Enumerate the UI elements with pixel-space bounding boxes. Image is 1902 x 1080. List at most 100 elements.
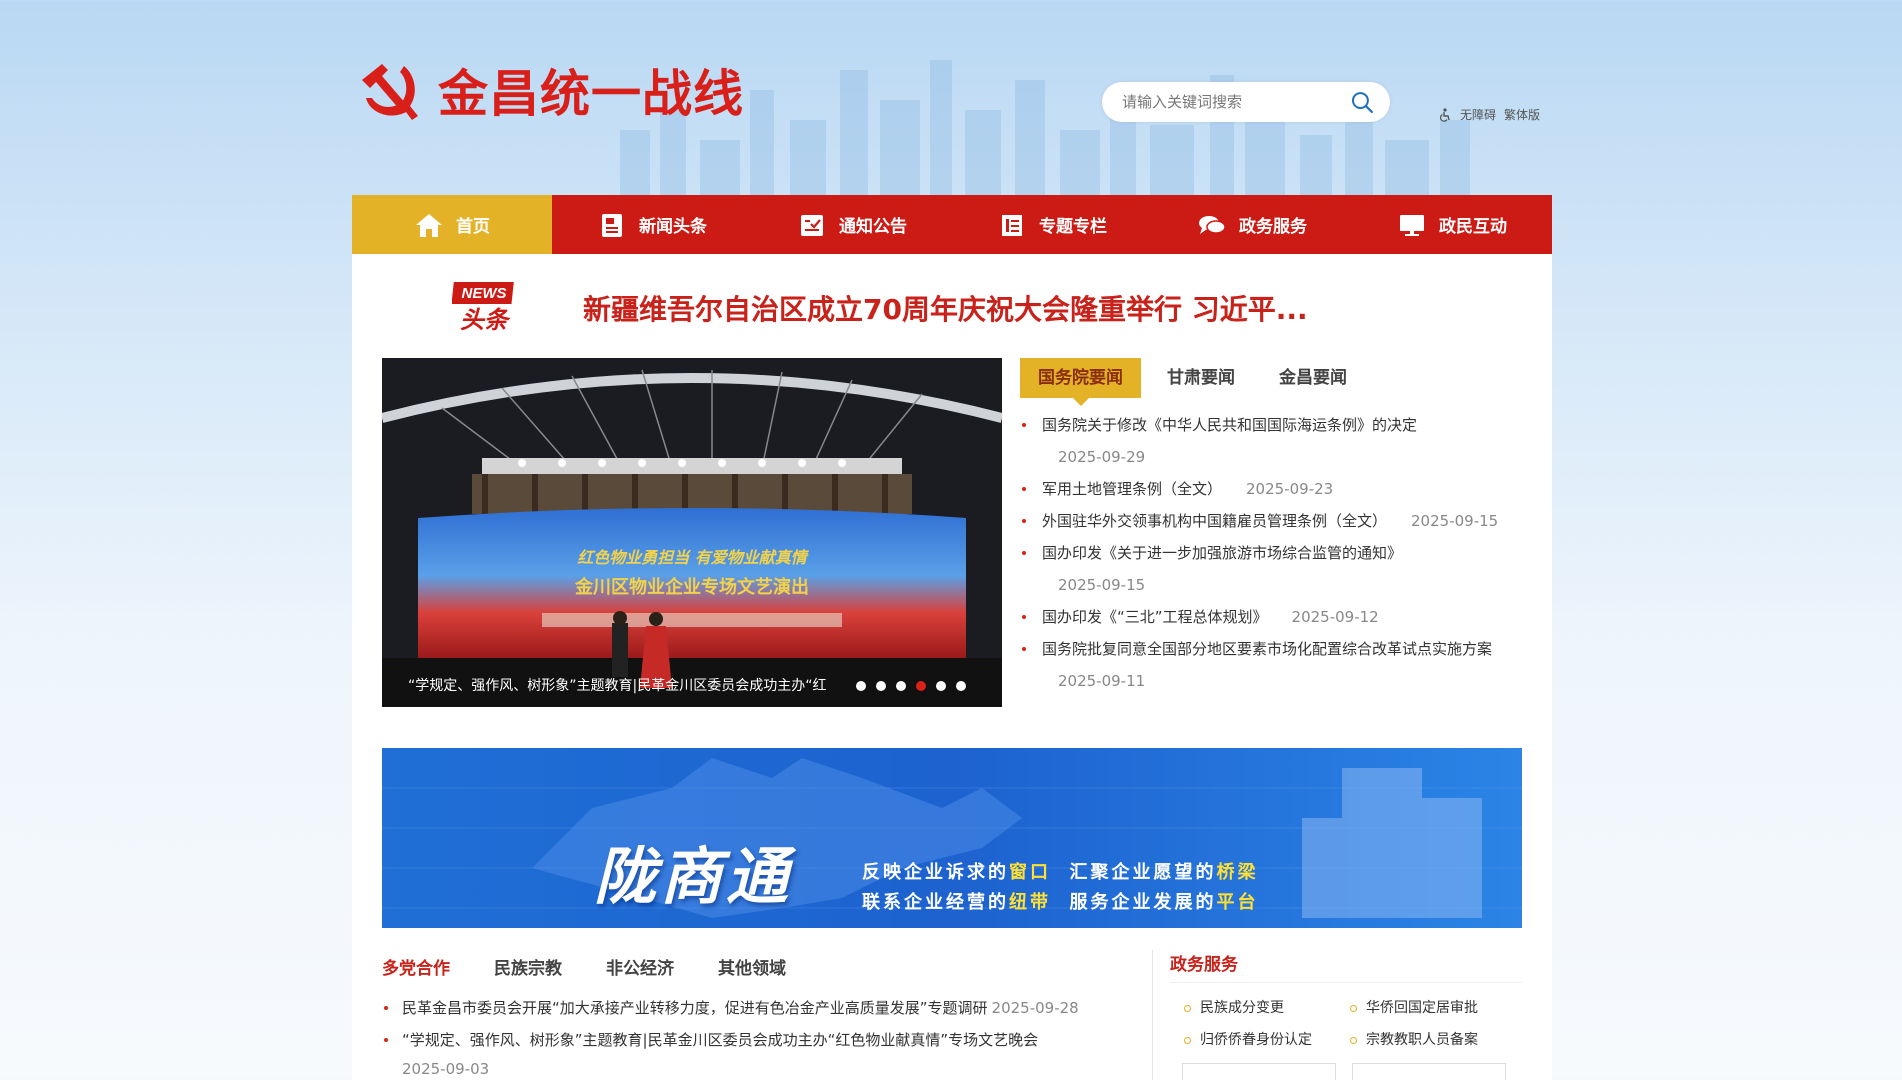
nav-item-column[interactable]: 专题专栏: [952, 195, 1152, 254]
news-item: 国务院关于修改《中华人民共和国国际海运条例》的决定 2025-09-29: [1020, 409, 1540, 473]
column-divider: [1152, 950, 1153, 1080]
service-link[interactable]: 民族成分变更: [1182, 998, 1348, 1018]
category-news-item: “学规定、强作风、树形象”主题教育|民革金川区委员会成功主办“红色物业献真情”专…: [382, 1024, 1142, 1080]
nav-label: 专题专栏: [1039, 217, 1107, 237]
banner-text: 服务企业发展的: [1069, 892, 1217, 913]
notice-icon: [801, 214, 823, 236]
nav-item-news[interactable]: 新闻头条: [552, 195, 752, 254]
service-link[interactable]: 宗教教职人员备案: [1348, 1030, 1514, 1050]
site-title: 金昌统一战线: [438, 65, 744, 123]
tab-ethnic-religion[interactable]: 民族宗教: [494, 954, 562, 979]
carousel-caption: “学规定、强作风、树形象”主题教育|民革金川区委员会成功主办“红: [408, 678, 827, 694]
nav-item-notice[interactable]: 通知公告: [752, 195, 952, 254]
services-title: 政务服务: [1170, 955, 1238, 975]
services-divider: [1170, 982, 1522, 983]
longshangtong-banner[interactable]: 陇商通 反映企业诉求的窗口 汇聚企业愿望的桥梁 联系企业经营的纽带 服务企业发展…: [382, 748, 1522, 928]
nav-label: 新闻头条: [639, 217, 707, 237]
carousel-dot[interactable]: [876, 681, 886, 691]
search-input[interactable]: [1122, 93, 1351, 111]
nav-label: 首页: [456, 217, 490, 237]
banner-slogan-line1: 反映企业诉求的窗口 汇聚企业愿望的桥梁: [862, 858, 1259, 884]
top-headline-link[interactable]: 新疆维吾尔自治区成立70周年庆祝大会隆重举行 习近平...: [583, 288, 1308, 328]
carousel-dot[interactable]: [956, 681, 966, 691]
main-content: 首页 新闻头条 通知公告 专题专栏 政务服务 政民互动 NEWS 头条 新疆维吾: [352, 195, 1552, 1080]
news-date: 2025-09-29: [1058, 448, 1146, 466]
tab-non-public-economy[interactable]: 非公经济: [606, 954, 674, 979]
carousel-dot[interactable]: [896, 681, 906, 691]
site-header: 金昌统一战线 无障碍 繁体版: [352, 52, 1552, 192]
banner-slogan-line2: 联系企业经营的纽带 服务企业发展的平台: [862, 888, 1259, 914]
category-tabs: 多党合作 民族宗教 非公经济 其他领域: [382, 954, 786, 979]
news-item: 外国驻华外交领事机构中国籍雇员管理条例（全文） 2025-09-15: [1020, 505, 1540, 537]
tab-gansu[interactable]: 甘肃要闻: [1149, 358, 1253, 398]
nav-item-interaction[interactable]: 政民互动: [1352, 195, 1552, 254]
site-logo[interactable]: 金昌统一战线: [352, 54, 744, 126]
category-news-title-link[interactable]: 民革金昌市委员会开展“加大承接产业转移力度，促进有色冶金产业高质量发展”专题调研: [402, 999, 988, 1017]
carousel-dot[interactable]: [936, 681, 946, 691]
category-news-date: 2025-09-03: [402, 1060, 490, 1078]
tab-multiparty[interactable]: 多党合作: [382, 954, 450, 979]
nav-item-gov-service[interactable]: 政务服务: [1152, 195, 1352, 254]
banner-highlight: 纽带: [1009, 892, 1051, 913]
monitor-icon: [1400, 214, 1424, 236]
nav-label: 政务服务: [1239, 217, 1307, 237]
carousel-dot[interactable]: [856, 681, 866, 691]
news-title-link[interactable]: 国务院关于修改《中华人民共和国国际海运条例》的决定: [1042, 416, 1417, 434]
news-date: 2025-09-23: [1246, 480, 1334, 498]
news-title-link[interactable]: 军用土地管理条例（全文）: [1042, 480, 1222, 498]
banner-title: 陇商通: [594, 840, 793, 913]
badge-news-text: NEWS: [462, 285, 507, 302]
news-tabs: 国务院要闻 甘肃要闻 金昌要闻: [1020, 358, 1365, 406]
banner-text: 汇聚企业愿望的: [1069, 862, 1217, 883]
carousel-dots: [856, 681, 966, 691]
tab-other-fields[interactable]: 其他领域: [718, 954, 786, 979]
services-grid: 民族成分变更 华侨回国定居审批 归侨侨眷身份认定 宗教教职人员备案: [1182, 998, 1522, 1050]
service-boxes: [1182, 1063, 1506, 1080]
news-title-link[interactable]: 国办印发《关于进一步加强旅游市场综合监管的通知》: [1042, 544, 1402, 562]
search-box: [1102, 82, 1390, 122]
nav-item-home[interactable]: 首页: [352, 195, 552, 254]
stage-text-line1: 红色物业勇担当 有爱物业献真情: [577, 548, 810, 567]
news-date: 2025-09-15: [1058, 576, 1146, 594]
category-news-title-link[interactable]: “学规定、强作风、树形象”主题教育|民革金川区委员会成功主办“红色物业献真情”专…: [402, 1031, 1038, 1049]
nav-label: 通知公告: [839, 217, 907, 237]
stage-text-line2: 金川区物业企业专场文艺演出: [574, 576, 809, 598]
banner-text: 反映企业诉求的: [862, 862, 1009, 883]
headline-row: NEWS 头条 新疆维吾尔自治区成立70周年庆祝大会隆重举行 习近平...: [352, 254, 1552, 354]
news-title-link[interactable]: 国务院批复同意全国部分地区要素市场化配置综合改革试点实施方案: [1042, 640, 1492, 658]
news-item: 国办印发《“三北”工程总体规划》 2025-09-12: [1020, 601, 1540, 633]
accessibility-link[interactable]: 无障碍: [1460, 106, 1496, 123]
column-icon: [1002, 214, 1022, 236]
banner-highlight: 窗口: [1009, 862, 1051, 883]
tab-state-council[interactable]: 国务院要闻: [1020, 358, 1141, 406]
news-headline-badge: NEWS 头条: [452, 282, 514, 334]
service-link[interactable]: 归侨侨眷身份认定: [1182, 1030, 1348, 1050]
banner-highlight: 桥梁: [1216, 862, 1259, 883]
home-icon: [416, 213, 442, 237]
search-icon[interactable]: [1350, 90, 1374, 114]
service-link[interactable]: 华侨回国定居审批: [1348, 998, 1514, 1018]
news-title-link[interactable]: 国办印发《“三北”工程总体规划》: [1042, 608, 1268, 626]
badge-headline-text: 头条: [460, 306, 511, 334]
news-date: 2025-09-15: [1411, 512, 1499, 530]
nav-label: 政民互动: [1439, 217, 1507, 237]
news-date: 2025-09-11: [1058, 672, 1146, 690]
tab-jinchang[interactable]: 金昌要闻: [1261, 358, 1365, 398]
news-list: 国务院关于修改《中华人民共和国国际海运条例》的决定 2025-09-29 军用土地管…: [1020, 409, 1540, 697]
service-box[interactable]: [1352, 1063, 1506, 1080]
party-emblem-icon: [362, 64, 418, 120]
traditional-chinese-link[interactable]: 繁体版: [1504, 106, 1540, 123]
category-news-date: 2025-09-28: [991, 999, 1079, 1017]
news-item: 国务院批复同意全国部分地区要素市场化配置综合改革试点实施方案 2025-09-11: [1020, 633, 1540, 697]
accessibility-icon: [1439, 107, 1450, 122]
chat-icon: [1199, 215, 1226, 234]
banner-highlight: 平台: [1216, 892, 1259, 913]
main-nav: 首页 新闻头条 通知公告 专题专栏 政务服务 政民互动: [352, 195, 1552, 254]
news-date: 2025-09-12: [1291, 608, 1379, 626]
carousel-dot[interactable]: [916, 681, 926, 691]
image-carousel[interactable]: 红色物业勇担当 有爱物业献真情 金川区物业企业专场文艺演出 “学规定、强作风、树…: [382, 358, 1002, 707]
service-box[interactable]: [1182, 1063, 1336, 1080]
category-news-item: 民革金昌市委员会开展“加大承接产业转移力度，促进有色冶金产业高质量发展”专题调研…: [382, 992, 1142, 1024]
news-icon: [602, 213, 622, 237]
news-title-link[interactable]: 外国驻华外交领事机构中国籍雇员管理条例（全文）: [1042, 512, 1387, 530]
